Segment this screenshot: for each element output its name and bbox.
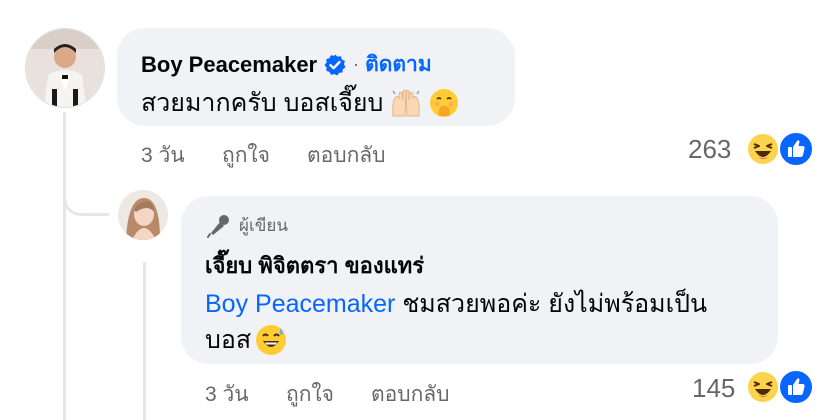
reaction-count[interactable]: 263 <box>688 134 731 165</box>
reply-text-line1: ชมสวยพอค่ะ ยังไม่พร้อมเป็น <box>395 290 708 318</box>
reply-avatar[interactable] <box>118 190 168 240</box>
haha-reaction-icon[interactable] <box>747 371 779 403</box>
like-button[interactable]: ถูกใจ <box>222 139 270 172</box>
hand-over-mouth-emoji <box>429 88 459 118</box>
comment-time[interactable]: 3 วัน <box>141 139 185 172</box>
thread-branch-line <box>63 150 109 216</box>
comment-text: สวยมากครับ บอสเจี๊ยบ <box>141 89 384 117</box>
follow-button[interactable]: ติดตาม <box>365 48 432 81</box>
reply-thread-line <box>143 262 146 420</box>
reply-bubble: ผู้เขียน เจี๊ยบ พิจิตตรา ของแทร่ Boy Pea… <box>181 196 778 364</box>
reply-reaction-count[interactable]: 145 <box>692 373 735 404</box>
grinning-sweat-emoji <box>255 324 287 356</box>
raising-hands-emoji <box>389 88 423 118</box>
mention-link[interactable]: Boy Peacemaker <box>205 290 395 318</box>
microphone-icon <box>205 213 231 239</box>
haha-reaction-icon[interactable] <box>747 133 779 165</box>
reply-reply-button[interactable]: ตอบกลับ <box>371 378 450 411</box>
reply-text-line2: บอส <box>205 326 252 354</box>
reply-author[interactable]: เจี๊ยบ พิจิตตรา ของแทร่ <box>205 248 424 283</box>
avatar[interactable] <box>25 28 105 108</box>
like-reaction-icon[interactable] <box>778 131 814 167</box>
separator-dot: · <box>353 54 360 74</box>
author-badge-label: ผู้เขียน <box>239 216 288 235</box>
like-reaction-icon[interactable] <box>778 369 814 405</box>
comment-author[interactable]: Boy Peacemaker <box>141 52 317 78</box>
verified-badge-icon <box>323 53 347 77</box>
comment-bubble: Boy Peacemaker · ติดตาม สวยมากครับ บอสเจ… <box>117 28 515 126</box>
reply-time[interactable]: 3 วัน <box>205 378 249 411</box>
reply-button[interactable]: ตอบกลับ <box>307 139 386 172</box>
reply-like-button[interactable]: ถูกใจ <box>286 378 334 411</box>
